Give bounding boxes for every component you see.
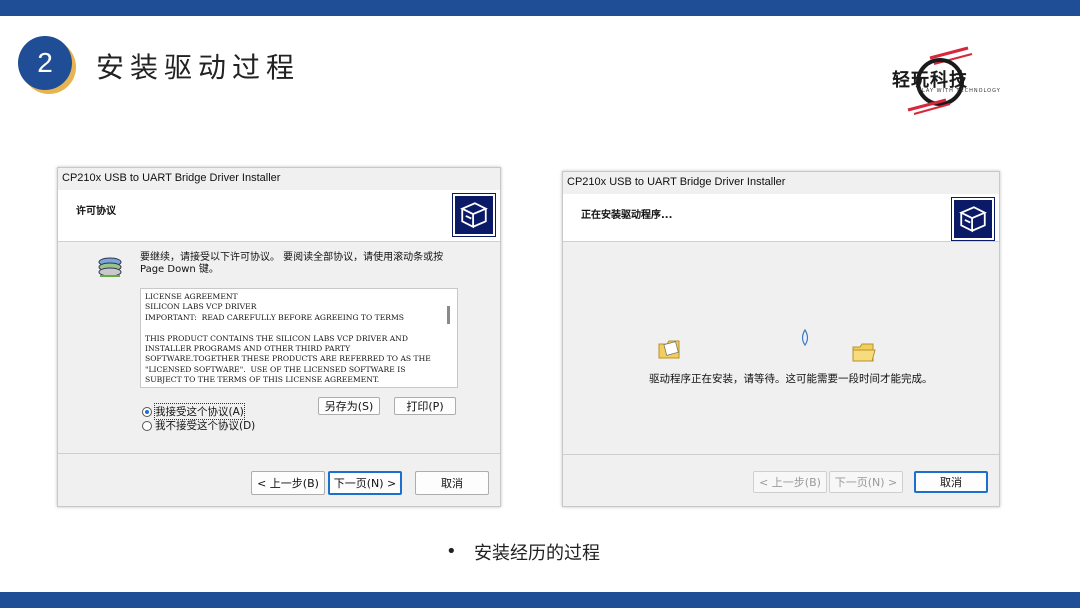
save-as-button[interactable]: 另存为(S) [318,397,380,415]
back-button[interactable]: < 上一步(B) [753,471,827,493]
folder-target-icon [852,343,876,362]
window-title: CP210x USB to UART Bridge Driver Install… [567,176,786,188]
bottom-color-bar [0,592,1080,608]
install-status-text: 驱动程序正在安装，请等待。这可能需要一段时间才能完成。 [649,373,933,385]
flying-document-icon [801,328,809,347]
dialog-header-label: 许可协议 [76,206,116,217]
footer-separator [563,454,999,455]
folder-source-icon [658,340,680,359]
window-title: CP210x USB to UART Bridge Driver Install… [62,172,281,184]
step-number-badge: 2 [18,36,72,90]
back-button[interactable]: < 上一步(B) [251,471,325,495]
top-color-bar [0,0,1080,16]
license-scrollbar-thumb[interactable] [447,306,450,324]
dialog-header: 正在安装驱动程序... [563,194,999,242]
radio-decline[interactable]: 我不接受这个协议(D) [142,418,255,433]
license-dialog-window: CP210x USB to UART Bridge Driver Install… [57,167,501,507]
cancel-button[interactable]: 取消 [415,471,489,495]
license-text-area[interactable]: LICENSE AGREEMENT SILICON LABS VCP DRIVE… [140,288,458,388]
brand-logo-subtitle: PLAY WITH TECHNOLOGY [918,88,1001,94]
bullet-caption: 安装经历的过程 [474,543,600,564]
footer-separator [58,453,500,454]
install-disks-icon [98,257,122,277]
cancel-button[interactable]: 取消 [914,471,988,493]
radio-accept-indicator[interactable] [142,406,152,417]
radio-accept[interactable]: 我接受这个协议(A) [142,403,245,420]
print-button[interactable]: 打印(P) [394,397,456,415]
bullet-marker: • [446,541,457,562]
dialog-header: 许可协议 [58,190,500,242]
dialog-header-label: 正在安装驱动程序... [581,210,673,221]
next-button[interactable]: 下一页(N) > [829,471,903,493]
next-button[interactable]: 下一页(N) > [328,471,402,495]
slide-title: 安装驱动过程 [96,51,301,84]
radio-decline-indicator[interactable] [142,420,152,431]
radio-accept-label[interactable]: 我接受这个协议(A) [154,403,245,420]
installer-box-icon [951,197,995,241]
installing-dialog-window: CP210x USB to UART Bridge Driver Install… [562,171,1000,507]
installer-box-icon [452,193,496,237]
radio-decline-label[interactable]: 我不接受这个协议(D) [155,418,255,433]
instruction-text: 要继续，请接受以下许可协议。 要阅读全部协议，请使用滚动条或按 Page Dow… [140,252,444,275]
